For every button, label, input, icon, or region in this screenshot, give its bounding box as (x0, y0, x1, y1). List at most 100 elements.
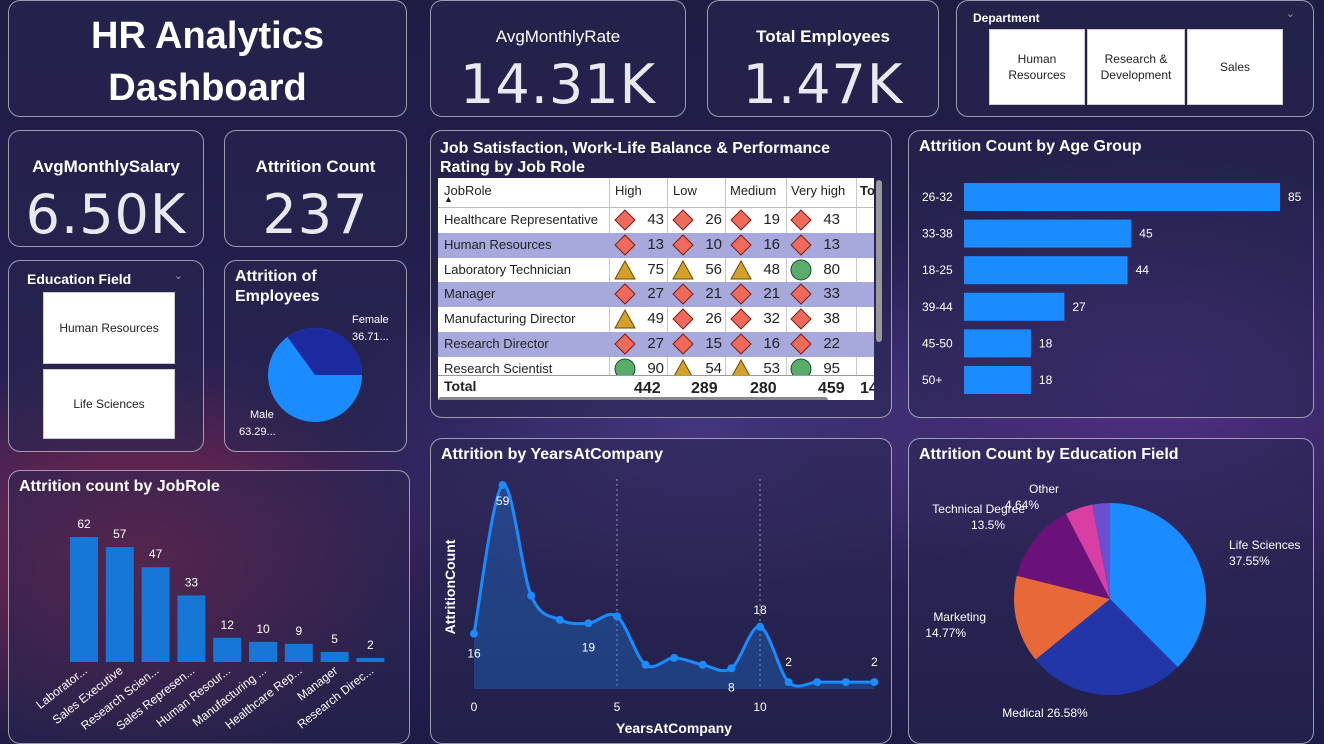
data-label: 18 (753, 603, 767, 617)
bar[interactable] (213, 637, 242, 662)
diamond-kpi-icon (790, 308, 812, 330)
kpi-label: AvgMonthlySalary (32, 157, 180, 176)
rating-value-cell: 16 (763, 335, 780, 352)
total-very-high: 459 (818, 380, 845, 397)
jobrole-cell: Research Director (444, 336, 549, 351)
rating-value-cell: 13 (647, 235, 664, 253)
rating-value-cell: 75 (647, 260, 664, 278)
chevron-down-icon[interactable]: ⌄ (1286, 7, 1295, 20)
diamond-kpi-icon (730, 234, 752, 256)
table-row[interactable]: Healthcare Representative 43 26 19 43 (438, 208, 874, 233)
kpi-label: Total Employees (756, 27, 890, 46)
rating-value-cell: 22 (823, 335, 840, 352)
table-row[interactable]: Manager 27 21 21 33 (438, 282, 874, 308)
vertical-scrollbar[interactable] (876, 180, 882, 342)
department-slicer-label: Department (973, 11, 1040, 25)
bar[interactable] (964, 219, 1132, 248)
data-label: 16 (467, 647, 481, 661)
slicer-option-research-development[interactable]: Research & Development (1087, 29, 1185, 105)
kpi-label: Attrition Count (255, 157, 376, 176)
data-point[interactable] (670, 653, 679, 662)
female-label: Female (352, 314, 389, 326)
diamond-kpi-icon (730, 308, 752, 330)
diamond-kpi-icon (790, 209, 812, 231)
bar[interactable] (964, 366, 1031, 394)
rating-value-cell: 38 (823, 310, 840, 328)
kpi-avg-monthly-salary: AvgMonthlySalary 6.50K (8, 130, 204, 247)
kpi-value: 237 (262, 183, 369, 246)
bar[interactable] (320, 651, 349, 662)
data-point[interactable] (470, 629, 478, 638)
column-header-very-high[interactable]: Very high (791, 183, 845, 198)
diamond-kpi-icon (790, 234, 812, 256)
data-point[interactable] (498, 481, 507, 489)
data-point[interactable] (727, 664, 736, 673)
data-label: 2 (871, 655, 878, 669)
rating-value-cell: 80 (823, 260, 840, 278)
axis-tick-label: 26-32 (922, 190, 953, 204)
column-header-total[interactable]: To (860, 183, 874, 198)
kpi-value: 6.50K (25, 183, 187, 246)
data-point[interactable] (641, 660, 650, 669)
rating-value-cell: 32 (763, 310, 780, 328)
bar[interactable] (105, 547, 134, 662)
data-label: 18 (1039, 373, 1053, 387)
years-area-chart: 16 59 19 8 18 2 2 0 5 10 YearsAtCompany AttritionCo… (442, 479, 879, 736)
bar[interactable] (141, 567, 170, 662)
bar[interactable] (964, 183, 1280, 211)
kpi-value: 14.31K (459, 53, 656, 116)
bar[interactable] (964, 292, 1065, 321)
bar[interactable] (964, 329, 1031, 358)
horizontal-scrollbar[interactable] (438, 397, 828, 400)
female-value: 36.71... (352, 331, 389, 343)
rating-value-cell: 56 (705, 260, 722, 278)
column-header-low[interactable]: Low (673, 183, 697, 198)
slicer-option-sales[interactable]: Sales (1187, 29, 1283, 105)
male-label: Male (250, 409, 274, 421)
data-point[interactable] (613, 612, 621, 621)
bar[interactable] (70, 537, 98, 662)
data-point[interactable] (584, 619, 593, 628)
data-label: 18 (1039, 336, 1053, 350)
table-row[interactable]: Research Director 27 15 16 22 (438, 332, 874, 357)
table-row[interactable]: Human Resources 13 10 16 13 (438, 232, 874, 258)
bar[interactable] (249, 641, 277, 662)
rating-value-cell: 21 (705, 285, 722, 303)
data-point[interactable] (698, 660, 707, 669)
rating-value-cell: 43 (647, 211, 664, 228)
data-label: 45 (1139, 227, 1153, 241)
axis-tick-label: 5 (614, 700, 621, 714)
rating-value-cell: 26 (705, 310, 722, 328)
title-card: HR Analytics Dashboard (8, 0, 407, 117)
column-header-medium[interactable]: Medium (730, 183, 776, 198)
age-group-chart-card: Attrition Count by Age Group 26-32 85 33-3… (908, 130, 1314, 418)
table-row[interactable]: Laboratory Technician 75 56 48 80 (438, 258, 874, 283)
diamond-kpi-icon (614, 283, 636, 306)
data-label: 62 (77, 517, 91, 531)
kpi-attrition-count: Attrition Count 237 (224, 130, 407, 247)
slicer-option-life-sciences[interactable]: Life Sciences (43, 369, 175, 439)
data-point[interactable] (813, 678, 822, 687)
axis-tick-label: 50+ (922, 373, 942, 387)
slice-value: 37.55% (1229, 554, 1270, 568)
data-point[interactable] (841, 678, 850, 687)
department-slicer: Department ⌄ Human Resources Research & … (956, 0, 1314, 117)
data-point[interactable] (756, 622, 764, 631)
data-point[interactable] (527, 591, 536, 600)
data-point[interactable] (784, 678, 793, 687)
bar[interactable] (356, 657, 385, 662)
table-row[interactable]: Manufacturing Director 49 26 32 38 (438, 307, 874, 332)
data-point[interactable] (555, 615, 564, 624)
diamond-kpi-icon (672, 234, 694, 256)
slicer-option-human-resources[interactable]: Human Resources (43, 292, 175, 364)
column-header-high[interactable]: High (615, 183, 642, 198)
sort-asc-icon[interactable]: ▲ (444, 194, 453, 204)
table-header: JobRole ▲ High Low Medium Very high To (438, 178, 874, 208)
bar[interactable] (177, 595, 206, 662)
chevron-down-icon[interactable]: ⌄ (174, 269, 183, 282)
data-point[interactable] (870, 678, 879, 687)
jobrole-cell: Research Scientist (444, 360, 553, 376)
slicer-option-human-resources[interactable]: Human Resources (989, 29, 1085, 105)
bar[interactable] (964, 256, 1128, 285)
bar[interactable] (284, 643, 313, 662)
